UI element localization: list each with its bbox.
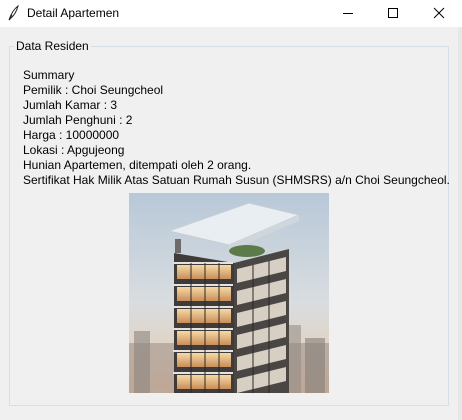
owner-line: Pemilik : Choi Seungcheol: [23, 83, 164, 97]
price-line: Harga : 10000000: [23, 128, 120, 142]
maximize-icon: [388, 8, 398, 18]
minimize-button[interactable]: [325, 0, 371, 27]
apartment-building-photo: [129, 193, 329, 393]
occupancy-line: Hunian Apartemen, ditempati oleh 2 orang…: [23, 158, 252, 172]
close-button[interactable]: [416, 0, 462, 27]
window-title: Detail Apartemen: [27, 6, 120, 20]
window-right-edge: [458, 27, 462, 420]
rooms-line: Jumlah Kamar : 3: [23, 98, 118, 112]
certificate-line: Sertifikat Hak Milik Atas Satuan Rumah S…: [23, 173, 450, 187]
minimize-icon: [343, 13, 353, 14]
occupants-line: Jumlah Penghuni : 2: [23, 113, 133, 127]
title-bar[interactable]: Detail Apartemen: [0, 0, 462, 28]
summary-heading: Summary: [23, 68, 75, 82]
location-line: Lokasi : Apgujeong: [23, 143, 125, 157]
frame-legend: Data Residen: [14, 39, 91, 53]
close-icon: [433, 7, 445, 19]
resident-details: Summary Pemilik : Choi Seungcheol Jumlah…: [23, 68, 453, 188]
maximize-button[interactable]: [370, 0, 416, 27]
tk-feather-icon: [6, 4, 20, 21]
